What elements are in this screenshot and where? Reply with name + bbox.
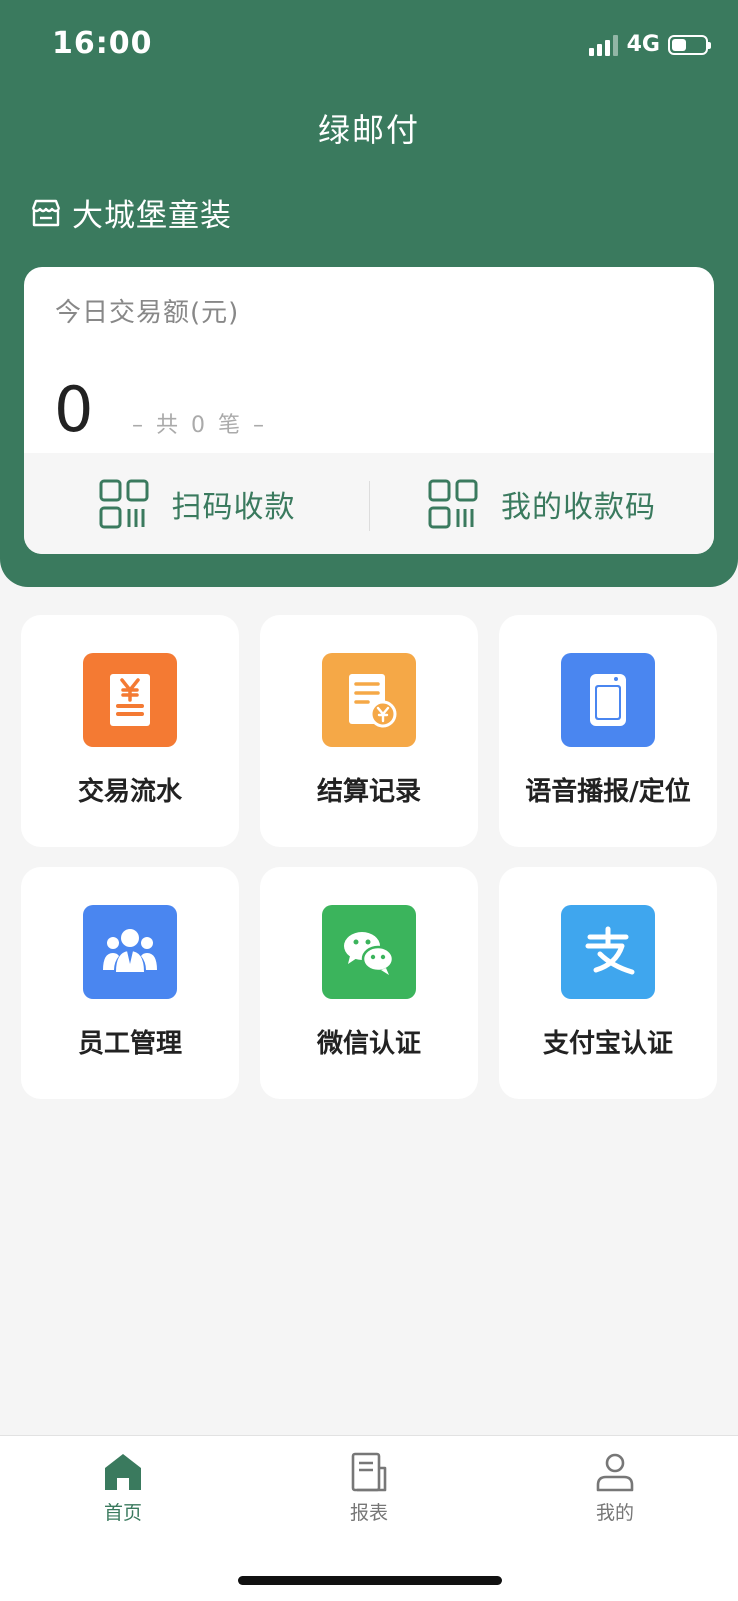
staff-group-icon	[83, 905, 177, 999]
battery-icon	[668, 34, 711, 55]
status-indicators: 4G	[588, 32, 711, 57]
settlement-doc-icon	[322, 653, 416, 747]
wechat-icon	[322, 905, 416, 999]
tile-alipay-auth[interactable]: 支付宝认证	[499, 867, 717, 1099]
tile-settlement-label: 结算记录	[316, 777, 421, 807]
tab-report-label: 报表	[349, 1502, 388, 1524]
tab-report[interactable]: 报表	[246, 1450, 492, 1530]
tile-wechat-auth-label: 微信认证	[316, 1029, 421, 1059]
home-indicator	[238, 1576, 502, 1585]
network-type: 4G	[626, 32, 660, 57]
tile-voice-location-label: 语音播报/定位	[525, 777, 691, 807]
tile-settlement[interactable]: 结算记录	[260, 615, 478, 847]
my-payment-code-button[interactable]: 我的收款码	[369, 453, 714, 554]
tab-profile-label: 我的	[595, 1502, 634, 1524]
report-icon	[351, 1452, 387, 1492]
transaction-count: – 共 0 笔 –	[132, 413, 267, 438]
status-time: 16:00	[52, 26, 153, 61]
tile-transactions-label: 交易流水	[77, 777, 182, 807]
tile-alipay-auth-label: 支付宝认证	[542, 1029, 673, 1059]
qr-code-icon	[428, 479, 478, 528]
tile-staff[interactable]: 员工管理	[21, 867, 239, 1099]
summary-label: 今日交易额(元)	[55, 298, 240, 328]
store-selector[interactable]: 大城堡童装	[28, 190, 232, 235]
scan-to-pay-label: 扫码收款	[171, 489, 296, 525]
tab-home[interactable]: 首页	[0, 1450, 246, 1530]
my-payment-code-label: 我的收款码	[501, 489, 656, 525]
tile-wechat-auth[interactable]: 微信认证	[260, 867, 478, 1099]
profile-icon	[596, 1453, 634, 1492]
speaker-device-icon	[561, 653, 655, 747]
page-title: 绿邮付	[317, 111, 420, 149]
qr-scan-icon	[99, 479, 148, 528]
store-name: 大城堡童装	[72, 198, 232, 234]
tile-voice-location[interactable]: 语音播报/定位	[499, 615, 717, 847]
status-bar: 16:00 4G	[0, 0, 738, 92]
alipay-icon	[561, 905, 655, 999]
tile-staff-label: 员工管理	[77, 1029, 182, 1059]
header: 16:00 4G 绿邮付 大城堡童装 今日交易额(元) 0 – 共 0 笔 –	[0, 0, 738, 587]
tab-profile[interactable]: 我的	[492, 1450, 738, 1530]
tile-transactions[interactable]: 交易流水	[21, 615, 239, 847]
home-icon	[105, 1454, 141, 1490]
receipt-yen-icon	[83, 653, 177, 747]
summary-card: 今日交易额(元) 0 – 共 0 笔 – 扫码收款 我的收款码	[24, 267, 714, 554]
action-divider	[369, 481, 370, 531]
transaction-amount: 0	[54, 373, 94, 446]
card-actions: 扫码收款 我的收款码	[24, 453, 714, 554]
signal-icon	[588, 34, 618, 56]
scan-to-pay-button[interactable]: 扫码收款	[24, 453, 369, 554]
store-icon	[31, 199, 61, 226]
tab-home-label: 首页	[103, 1502, 142, 1524]
